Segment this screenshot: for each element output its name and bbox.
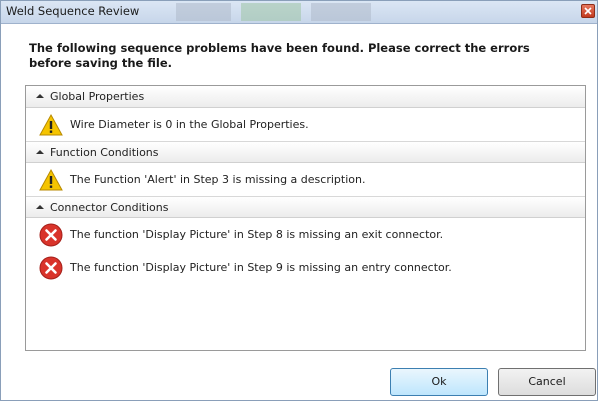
error-icon [39, 256, 63, 280]
problem-text: The function 'Display Picture' in Step 9… [70, 261, 452, 274]
problem-item[interactable]: The function 'Display Picture' in Step 9… [26, 251, 585, 284]
group-label: Connector Conditions [50, 201, 169, 214]
group-header[interactable]: Connector Conditions [26, 196, 585, 218]
group-label: Function Conditions [50, 146, 159, 159]
problem-message: The following sequence problems have bee… [29, 41, 530, 70]
problem-item[interactable]: The function 'Display Picture' in Step 8… [26, 218, 585, 251]
weld-sequence-review-dialog: Weld Sequence Review The following seque… [0, 0, 598, 401]
problem-text: Wire Diameter is 0 in the Global Propert… [70, 118, 309, 131]
collapse-caret-icon[interactable] [36, 205, 44, 209]
close-icon [584, 7, 592, 15]
warning-icon [39, 113, 63, 137]
problem-text: The Function 'Alert' in Step 3 is missin… [70, 173, 366, 186]
problem-item[interactable]: The Function 'Alert' in Step 3 is missin… [26, 163, 585, 196]
error-icon [39, 223, 63, 247]
background-thumbnail [176, 3, 231, 21]
problem-text: The function 'Display Picture' in Step 8… [70, 228, 444, 241]
window-title: Weld Sequence Review [6, 4, 140, 18]
ok-button[interactable]: Ok [390, 368, 488, 396]
collapse-caret-icon[interactable] [36, 150, 44, 154]
background-thumbnail [241, 3, 301, 21]
warning-icon [39, 168, 63, 192]
background-thumbnail [311, 3, 371, 21]
collapse-caret-icon[interactable] [36, 94, 44, 98]
group-label: Global Properties [50, 90, 145, 103]
problem-list[interactable]: Global Properties Wire Diameter is 0 in t… [25, 85, 586, 351]
problem-item[interactable]: Wire Diameter is 0 in the Global Propert… [26, 108, 585, 141]
close-button[interactable] [581, 4, 595, 18]
group-header[interactable]: Global Properties [26, 86, 585, 108]
group-header[interactable]: Function Conditions [26, 141, 585, 163]
title-bar[interactable]: Weld Sequence Review [1, 1, 597, 24]
cancel-button[interactable]: Cancel [498, 368, 596, 396]
